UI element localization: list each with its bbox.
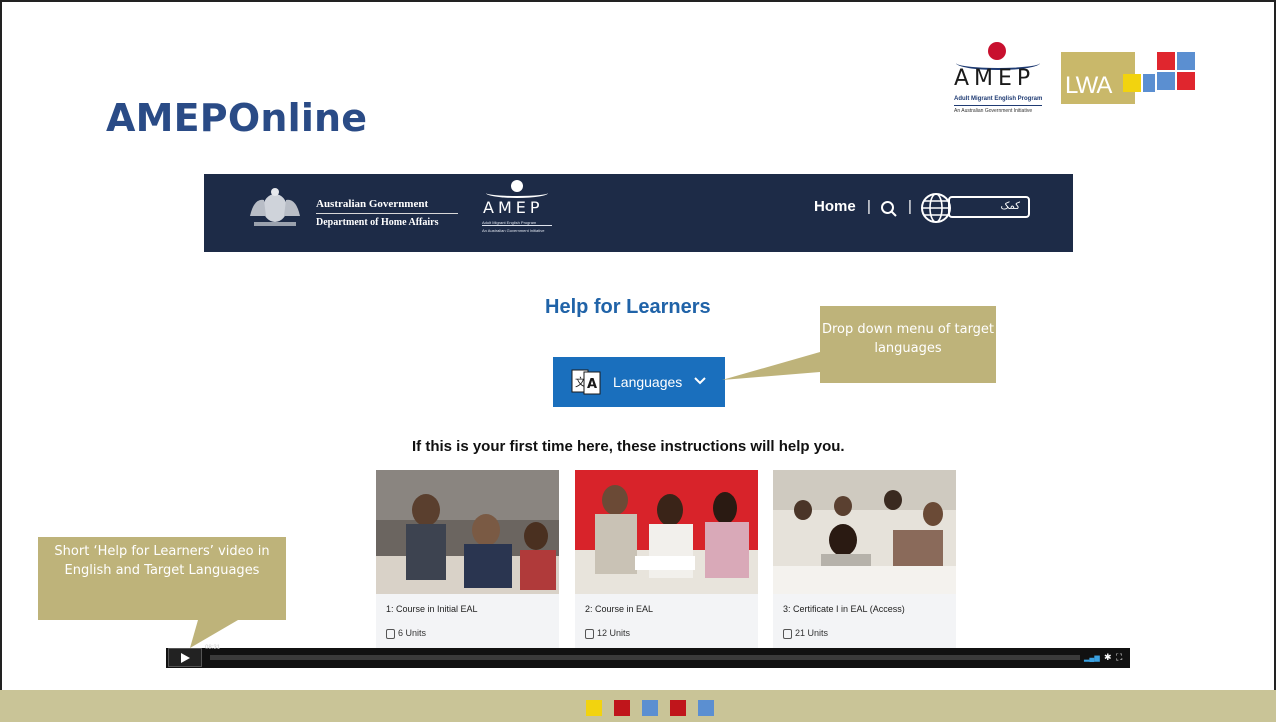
site-amep-arc [486, 188, 548, 198]
units-icon [783, 629, 792, 639]
nav-separator: | [867, 198, 871, 215]
chevron-down-icon [694, 377, 706, 385]
course-title: 3: Certificate I in EAL (Access) [783, 604, 905, 614]
gear-icon[interactable]: ✱ [1104, 652, 1112, 663]
footer-square-red [614, 700, 630, 716]
course-2-photo [575, 470, 758, 594]
volume-icon[interactable]: ▂▄▆ [1084, 654, 1100, 662]
footer-square-blue [698, 700, 714, 716]
language-selector-button[interactable]: کمک [948, 196, 1030, 218]
instructions-text: If this is your first time here, these i… [412, 438, 845, 455]
course-units: 12 Units [597, 628, 631, 638]
languages-dropdown-button[interactable]: 文 A Languages [553, 357, 725, 407]
lwa-square-yellow [1123, 74, 1141, 92]
footer-square-yellow [586, 700, 602, 716]
course-card[interactable]: 2: Course in EAL 12 Units [575, 470, 758, 650]
svg-text:A: A [587, 377, 597, 392]
dropdown-callout: Drop down menu of target languages [820, 306, 996, 383]
course-units: 21 Units [795, 628, 829, 638]
site-amep-logo[interactable]: AMEP Adult Migrant English Program An Au… [478, 178, 558, 238]
translate-icon: 文 A [571, 369, 601, 395]
video-timecode: 08:31 [205, 645, 221, 651]
lwa-logo-text: LWA [1065, 72, 1112, 99]
lwa-logo: LWA [1061, 50, 1201, 110]
coat-of-arms-icon [250, 188, 300, 226]
course-card[interactable]: 3: Certificate I in EAL (Access) 21 Unit… [773, 470, 956, 650]
gov-rule [316, 213, 458, 214]
course-card[interactable]: 1: Course in Initial EAL 6 Units [376, 470, 559, 650]
amep-logo: AMEP Adult Migrant English Program An Au… [948, 42, 1048, 122]
page-heading: Help for Learners [545, 296, 711, 318]
play-button[interactable] [168, 648, 202, 667]
gov-line-1: Australian Government [316, 198, 429, 210]
amep-logo-tagline: An Australian Government Initiative [954, 108, 1033, 114]
lwa-square-blue-1 [1177, 52, 1195, 70]
footer-band [0, 690, 1276, 722]
site-amep-tagline: An Australian Government Initiative [482, 228, 545, 233]
gov-line-2: Department of Home Affairs [316, 217, 439, 228]
site-header: Australian Government Department of Home… [204, 174, 1073, 252]
footer-square-red [670, 700, 686, 716]
slide-title: AMEPOnline [106, 96, 368, 140]
video-callout: Short ‘Help for Learners’ video in Engli… [38, 537, 286, 620]
lwa-square-red-2 [1177, 72, 1195, 90]
amep-logo-subtitle: Adult Migrant English Program [954, 96, 1043, 102]
search-icon[interactable] [880, 200, 898, 218]
video-progress-bar[interactable] [210, 655, 1080, 660]
lwa-square-blue-2 [1157, 72, 1175, 90]
nav-home-link[interactable]: Home [814, 198, 856, 215]
amep-logo-word: AMEP [954, 66, 1036, 91]
units-icon [585, 629, 594, 639]
nav-separator: | [908, 198, 912, 215]
course-title: 1: Course in Initial EAL [386, 604, 478, 614]
course-3-photo [773, 470, 956, 594]
course-1-photo [376, 470, 559, 594]
play-icon [181, 653, 190, 663]
course-units: 6 Units [398, 628, 427, 638]
amep-logo-rule [954, 105, 1042, 106]
fullscreen-icon[interactable]: ⛶ [1116, 652, 1122, 663]
units-icon [386, 629, 395, 639]
site-amep-word: AMEP [483, 198, 544, 217]
footer-square-blue [642, 700, 658, 716]
lwa-square-red-1 [1157, 52, 1175, 70]
lwa-square-blue-3 [1143, 74, 1155, 92]
languages-button-label: Languages [613, 374, 683, 390]
site-amep-rule [482, 225, 552, 226]
course-title: 2: Course in EAL [585, 604, 654, 614]
